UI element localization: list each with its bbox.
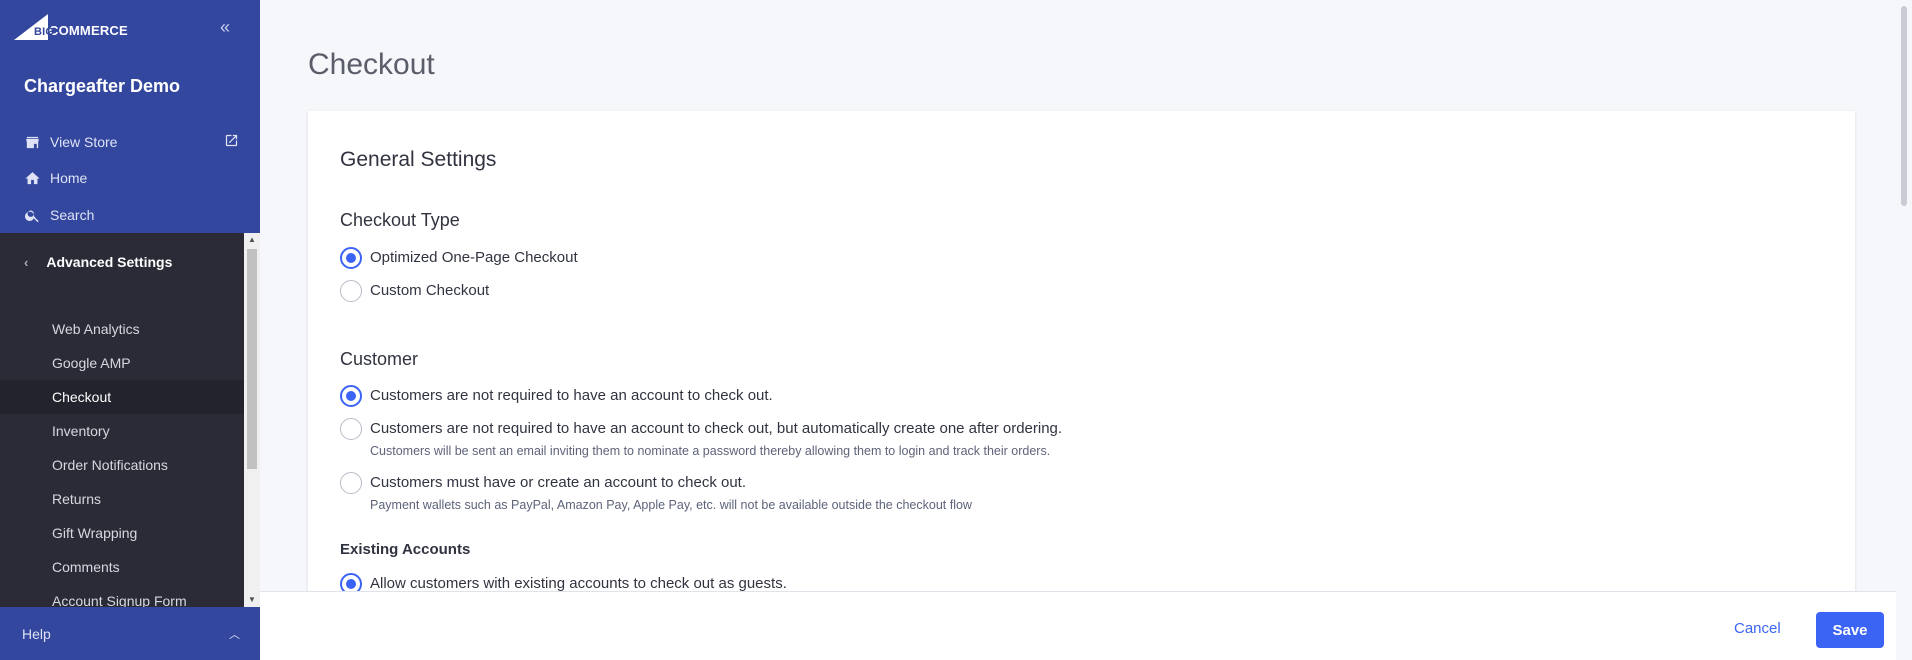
radio-no-account-required[interactable]: Customers are not required to have an ac…	[340, 385, 773, 407]
sidebar-item-checkout[interactable]: Checkout	[0, 380, 244, 414]
sidebar-item-web-analytics[interactable]: Web Analytics	[0, 312, 244, 346]
cancel-button[interactable]: Cancel	[1732, 614, 1783, 643]
radio-label: Customers are not required to have an ac…	[370, 420, 1063, 437]
collapse-sidebar-icon[interactable]: «	[220, 18, 238, 38]
sidebar-item-order-notifications[interactable]: Order Notifications	[0, 448, 244, 482]
radio-help-text: Payment wallets such as PayPal, Amazon P…	[370, 498, 972, 512]
radio-label: Customers are not required to have an ac…	[370, 387, 773, 404]
logo-big-text: BIG	[34, 26, 55, 38]
home-icon	[25, 171, 40, 184]
radio-account-required[interactable]: Customers must have or create an account…	[340, 472, 972, 513]
page-title: Checkout	[308, 48, 435, 81]
sidebar: BIG COMMERCE « Chargeafter Demo View Sto…	[0, 0, 260, 660]
customer-title: Customer	[340, 349, 419, 369]
sidebar-link-label: View Store	[50, 134, 118, 150]
radio-button[interactable]	[340, 418, 362, 440]
sidebar-link-search[interactable]: Search	[24, 205, 94, 225]
logo-commerce-text: COMMERCE	[49, 22, 128, 38]
search-icon	[25, 210, 39, 222]
radio-label: Custom Checkout	[370, 282, 490, 299]
sidebar-item-google-amp[interactable]: Google AMP	[0, 346, 244, 380]
main-scroll-thumb[interactable]	[1901, 6, 1907, 206]
sidebar-link-view-store[interactable]: View Store	[24, 132, 117, 152]
radio-label: Optimized One-Page Checkout	[370, 249, 578, 266]
radio-optimized-checkout[interactable]: Optimized One-Page Checkout	[340, 247, 578, 269]
help-label: Help	[22, 625, 51, 642]
radio-custom-checkout[interactable]: Custom Checkout	[340, 280, 489, 302]
sidebar-link-label: Search	[50, 207, 95, 223]
action-footer: Cancel Save	[260, 591, 1912, 660]
sidebar-item-inventory[interactable]: Inventory	[0, 414, 244, 448]
radio-auto-create-account[interactable]: Customers are not required to have an ac…	[340, 418, 1062, 459]
radio-button[interactable]	[340, 280, 362, 302]
scroll-down-arrow-icon[interactable]: ▼	[244, 593, 260, 607]
external-link-icon[interactable]	[224, 133, 239, 148]
radio-button[interactable]	[340, 247, 362, 269]
general-settings-card: General Settings Checkout Type Optimized…	[308, 111, 1855, 660]
card-title: General Settings	[340, 148, 497, 171]
radio-button[interactable]	[340, 385, 362, 407]
bigcommerce-logo[interactable]: BIG COMMERCE	[14, 13, 128, 41]
existing-accounts-title: Existing Accounts	[340, 541, 471, 558]
advanced-settings-menu: Web Analytics Google AMP Checkout Invent…	[0, 312, 244, 618]
chevron-up-icon: ︿	[229, 628, 240, 641]
sidebar-scroll-thumb[interactable]	[247, 249, 257, 469]
radio-help-text: Customers will be sent an email inviting…	[370, 444, 1051, 458]
sidebar-item-comments[interactable]: Comments	[0, 550, 244, 584]
help-toggle[interactable]: Help ︿	[0, 607, 260, 660]
checkout-type-title: Checkout Type	[340, 210, 460, 230]
store-icon	[26, 136, 39, 148]
sidebar-item-gift-wrapping[interactable]: Gift Wrapping	[0, 516, 244, 550]
chevron-left-icon: ‹	[24, 254, 29, 270]
radio-button[interactable]	[340, 472, 362, 494]
sidebar-scrollbar[interactable]: ▲ ▼	[244, 233, 260, 607]
sidebar-link-label: Home	[50, 170, 88, 186]
sidebar-link-home[interactable]: Home	[24, 168, 87, 188]
section-title: Advanced Settings	[46, 254, 173, 270]
main-scrollbar[interactable]	[1896, 0, 1912, 660]
scroll-up-arrow-icon[interactable]: ▲	[244, 233, 260, 247]
radio-label: Customers must have or create an account…	[370, 474, 747, 491]
save-button[interactable]: Save	[1816, 612, 1884, 648]
sidebar-header: BIG COMMERCE « Chargeafter Demo View Sto…	[0, 0, 260, 233]
sidebar-item-returns[interactable]: Returns	[0, 482, 244, 516]
advanced-settings-back[interactable]: ‹ Advanced Settings	[24, 254, 172, 270]
store-name: Chargeafter Demo	[24, 76, 181, 96]
